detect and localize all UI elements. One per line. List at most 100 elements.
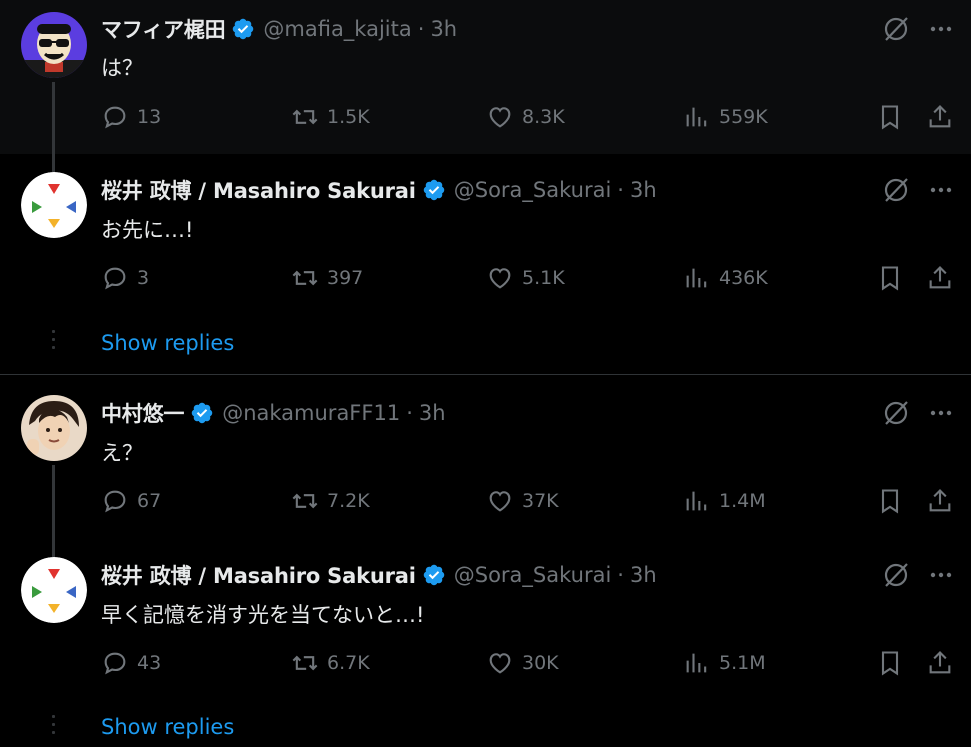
avatar-mafia-kajita[interactable] (21, 12, 87, 78)
views-icon (686, 653, 707, 673)
timestamp[interactable]: 3h (630, 178, 657, 202)
retweet-icon (292, 270, 318, 286)
more-icon[interactable] (928, 562, 954, 588)
like-count: 37K (522, 490, 559, 512)
tweet-text: お先に…! (101, 218, 194, 242)
retweet-count: 1.5K (327, 106, 370, 128)
timestamp[interactable]: 3h (430, 17, 457, 41)
like-icon (489, 107, 511, 128)
display-name[interactable]: マフィア梶田 (101, 14, 226, 44)
tweet-4[interactable]: 桜井 政博 / Masahiro Sakurai @Sora_Sakurai ·… (0, 539, 971, 747)
display-name[interactable]: 中村悠一 (101, 398, 184, 428)
bookmark-icon[interactable] (876, 264, 904, 292)
reply-count: 43 (137, 652, 162, 674)
reply-button[interactable]: 43 (101, 649, 161, 677)
bookmark-icon[interactable] (876, 649, 904, 677)
tweet-header: 桜井 政博 / Masahiro Sakurai @Sora_Sakurai ·… (101, 560, 657, 590)
bookmark-icon[interactable] (876, 103, 904, 131)
timestamp[interactable]: 3h (419, 401, 446, 425)
avatar-sakurai[interactable] (21, 557, 87, 623)
tweet-1[interactable]: マフィア梶田 @mafia_kajita · 3h は？ 13 1.5K 8.3… (0, 0, 971, 154)
handle[interactable]: @mafia_kajita (263, 17, 411, 41)
views-count: 5.1M (719, 652, 766, 674)
like-button[interactable]: 5.1K (486, 264, 565, 292)
more-icon[interactable] (928, 400, 954, 426)
thread-line (52, 465, 55, 539)
action-bar: 3 397 5.1K 436K (101, 264, 961, 294)
retweet-button[interactable]: 6.7K (291, 649, 370, 677)
thread-line (52, 82, 55, 154)
grok-icon[interactable] (881, 14, 911, 44)
views-button[interactable]: 5.1M (683, 649, 766, 677)
retweet-icon (292, 493, 318, 509)
grok-icon[interactable] (881, 175, 911, 205)
share-icon[interactable] (926, 103, 954, 131)
display-name[interactable]: 桜井 政博 / Masahiro Sakurai (101, 175, 416, 205)
reply-icon (104, 652, 126, 675)
action-bar: 67 7.2K 37K 1.4M (101, 487, 961, 517)
more-icon[interactable] (928, 177, 954, 203)
reply-icon (104, 267, 126, 290)
views-count: 436K (719, 267, 768, 289)
reply-button[interactable]: 67 (101, 487, 161, 515)
retweet-icon (292, 655, 318, 671)
avatar-sakurai[interactable] (21, 172, 87, 238)
grok-icon[interactable] (881, 398, 911, 428)
show-replies-link[interactable]: Show replies (101, 331, 234, 355)
views-button[interactable]: 436K (683, 264, 768, 292)
reply-icon (104, 106, 126, 129)
tweet-text: は？ (101, 56, 143, 80)
reply-count: 13 (137, 106, 162, 128)
handle[interactable]: @Sora_Sakurai (454, 178, 612, 202)
handle[interactable]: @nakamuraFF11 (222, 401, 400, 425)
like-button[interactable]: 8.3K (486, 103, 565, 131)
tweet-text: 早く記憶を消す光を当てないと…! (101, 603, 425, 627)
action-bar: 43 6.7K 30K 5.1M (101, 649, 961, 679)
tweet-2[interactable]: 桜井 政博 / Masahiro Sakurai @Sora_Sakurai ·… (0, 154, 971, 374)
tweet-3[interactable]: 中村悠一 @nakamuraFF11 · 3h え？ 67 7.2K 37K 1… (0, 375, 971, 539)
separator: · (406, 401, 413, 425)
views-button[interactable]: 559K (683, 103, 768, 131)
verified-badge-icon (191, 402, 213, 424)
views-icon (686, 268, 707, 288)
share-icon[interactable] (926, 649, 954, 677)
retweet-button[interactable]: 397 (291, 264, 363, 292)
thread-line (52, 154, 55, 172)
verified-badge-icon (233, 18, 254, 40)
more-icon[interactable] (928, 16, 954, 42)
reply-count: 67 (137, 490, 162, 512)
like-count: 30K (522, 652, 559, 674)
retweet-button[interactable]: 7.2K (291, 487, 370, 515)
tweet-header: 桜井 政博 / Masahiro Sakurai @Sora_Sakurai ·… (101, 175, 657, 205)
handle[interactable]: @Sora_Sakurai (454, 563, 612, 587)
tweet-header: 中村悠一 @nakamuraFF11 · 3h (101, 398, 446, 428)
verified-badge-icon (423, 564, 444, 586)
timestamp[interactable]: 3h (630, 563, 657, 587)
views-icon (686, 107, 707, 127)
collapsed-thread-dots (52, 330, 55, 354)
tweet-text: え？ (101, 441, 143, 465)
action-bar: 13 1.5K 8.3K 559K (101, 103, 961, 133)
share-icon[interactable] (926, 264, 954, 292)
like-button[interactable]: 30K (486, 649, 559, 677)
reply-button[interactable]: 3 (101, 264, 149, 292)
like-button[interactable]: 37K (486, 487, 559, 515)
views-button[interactable]: 1.4M (683, 487, 766, 515)
bookmark-icon[interactable] (876, 487, 904, 515)
reply-button[interactable]: 13 (101, 103, 161, 131)
thread-line (52, 539, 55, 557)
retweet-button[interactable]: 1.5K (291, 103, 370, 131)
retweet-icon (292, 109, 318, 125)
views-count: 559K (719, 106, 768, 128)
display-name[interactable]: 桜井 政博 / Masahiro Sakurai (101, 560, 416, 590)
share-icon[interactable] (926, 487, 954, 515)
verified-badge-icon (423, 179, 444, 201)
collapsed-thread-dots (52, 715, 55, 739)
separator: · (617, 563, 624, 587)
show-replies-link[interactable]: Show replies (101, 715, 234, 739)
avatar-nakamura[interactable] (21, 395, 87, 461)
retweet-count: 397 (327, 267, 364, 289)
grok-icon[interactable] (881, 560, 911, 590)
retweet-count: 7.2K (327, 490, 370, 512)
views-count: 1.4M (719, 490, 766, 512)
